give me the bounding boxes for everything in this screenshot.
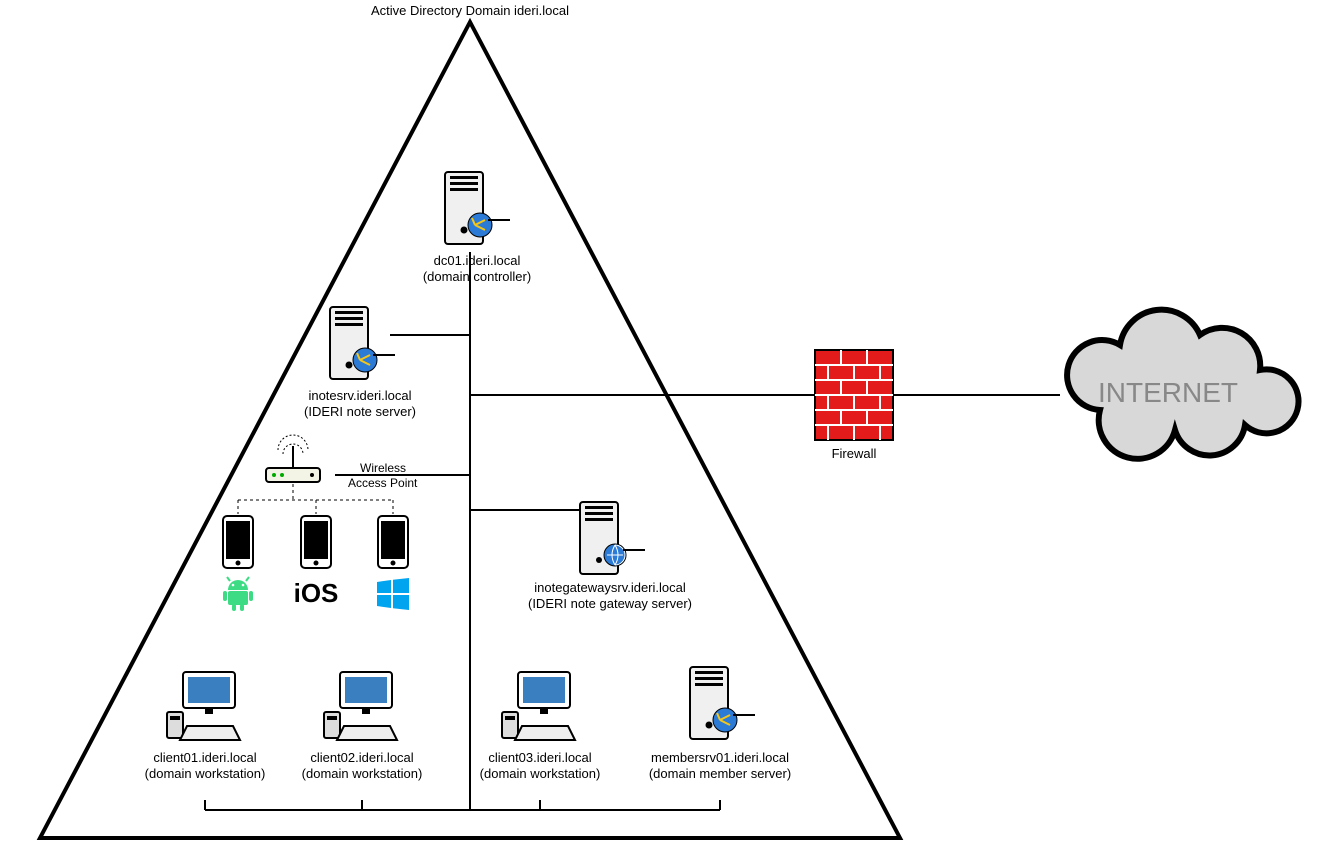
workstation-icon [167,672,240,740]
client02-role: (domain workstation) [302,766,423,781]
client01-name: client01.ideri.local [153,750,256,765]
client03-name: client03.ideri.local [488,750,591,765]
wap-l2: Access Point [348,476,418,490]
membersrv-role: (domain member server) [649,766,791,781]
node-client01: client01.ideri.local (domain workstation… [145,672,266,781]
server-icon [445,172,510,244]
node-firewall: Firewall [815,350,893,461]
gw-name: inotegatewaysrv.ideri.local [534,580,686,595]
phone-ios-icon [301,516,331,568]
inotesrv-name: inotesrv.ideri.local [308,388,411,403]
inotesrv-role: (IDERI note server) [304,404,416,419]
node-inotesrv: inotesrv.ideri.local (IDERI note server) [304,307,416,419]
firewall-icon [815,350,893,440]
server-icon [690,667,755,739]
workstation-icon [324,672,397,740]
node-internet: INTERNET [1067,310,1298,459]
windows-logo-icon [377,578,409,610]
client02-name: client02.ideri.local [310,750,413,765]
node-client03: client03.ideri.local (domain workstation… [480,672,601,781]
membersrv-name: membersrv01.ideri.local [651,750,789,765]
phone-android-icon [223,516,253,568]
server-gateway-icon [580,502,645,574]
node-gateway: inotegatewaysrv.ideri.local (IDERI note … [528,502,692,611]
wap-icon [266,435,320,482]
internet-label: INTERNET [1098,377,1238,408]
wap-l1: Wireless [360,461,406,475]
node-dc01: dc01.ideri.local (domain controller) [423,172,531,284]
node-wap: Wireless Access Point [266,435,418,490]
workstation-icon [502,672,575,740]
node-client02: client02.ideri.local (domain workstation… [302,672,423,781]
client03-role: (domain workstation) [480,766,601,781]
server-icon [330,307,395,379]
android-logo-icon [223,577,253,611]
phone-windows-icon [378,516,408,568]
dc01-role: (domain controller) [423,269,531,284]
client01-role: (domain workstation) [145,766,266,781]
firewall-label: Firewall [832,446,877,461]
diagram-title: Active Directory Domain ideri.local [371,3,569,18]
ios-label: iOS [294,578,339,608]
dc01-name: dc01.ideri.local [434,253,521,268]
gw-role: (IDERI note gateway server) [528,596,692,611]
node-membersrv: membersrv01.ideri.local (domain member s… [649,667,791,781]
